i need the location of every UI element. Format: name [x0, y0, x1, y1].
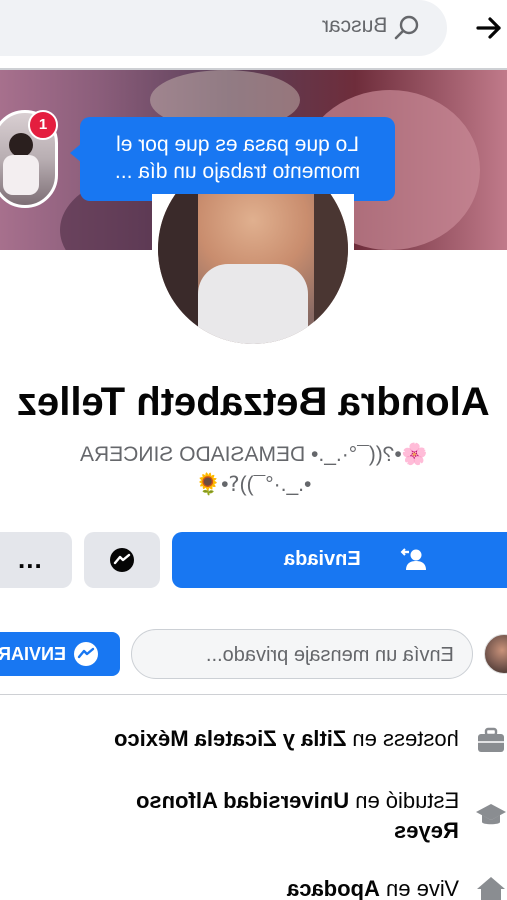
- bio-line-2: •._.·°¯))؟•🌻: [195, 473, 312, 496]
- message-placeholder: Envía un mensaje privado...: [206, 644, 454, 666]
- friend-request-label: Enviada: [284, 548, 361, 570]
- graduation-cap-icon: [476, 804, 506, 825]
- work-text: hostess en Zitla y Zicatela México: [114, 726, 459, 751]
- private-message-input[interactable]: Envía un mensaje privado...: [131, 629, 473, 679]
- profile-bio: 🌸•?((¯°·._.• DEMASIADO SINCERA •._.·°¯))…: [30, 440, 477, 500]
- story-count-badge: 1: [28, 110, 58, 140]
- search-icon: [394, 15, 419, 40]
- user-avatar: [484, 634, 507, 674]
- add-friend-icon: [400, 548, 426, 570]
- friend-request-sent-button[interactable]: Enviada: [172, 532, 507, 588]
- bio-line-1: 🌸•?((¯°·._.• DEMASIADO SINCERA: [79, 443, 428, 466]
- note-bubble[interactable]: Lo que pasa es que por el momento trabaj…: [70, 117, 395, 201]
- top-bar: Buscar: [0, 0, 507, 58]
- messenger-icon: [74, 642, 98, 666]
- location-text: Vive en Apodaca: [286, 876, 459, 900]
- note-text: Lo que pasa es que por el momento trabaj…: [114, 133, 361, 183]
- section-divider: [0, 694, 507, 695]
- send-label: ENVIAR: [0, 644, 67, 664]
- profile-name-wrap: Alondra Betzabeth Tellez: [0, 380, 507, 425]
- home-icon: [477, 877, 505, 900]
- messenger-button[interactable]: [84, 532, 160, 588]
- more-options-icon: ...: [18, 544, 43, 574]
- messenger-icon: [110, 548, 134, 572]
- profile-picture[interactable]: [152, 194, 354, 352]
- education-text: Estudió en Universidad Alfonso Reyes: [135, 788, 459, 843]
- more-options-button[interactable]: ...: [0, 532, 72, 588]
- briefcase-icon: [478, 727, 504, 752]
- profile-name: Alondra Betzabeth Tellez: [17, 380, 490, 424]
- search-placeholder: Buscar: [321, 14, 387, 37]
- search-bar[interactable]: Buscar: [0, 0, 447, 56]
- back-arrow-icon[interactable]: [475, 14, 503, 42]
- send-message-button[interactable]: ENVIAR: [0, 632, 120, 676]
